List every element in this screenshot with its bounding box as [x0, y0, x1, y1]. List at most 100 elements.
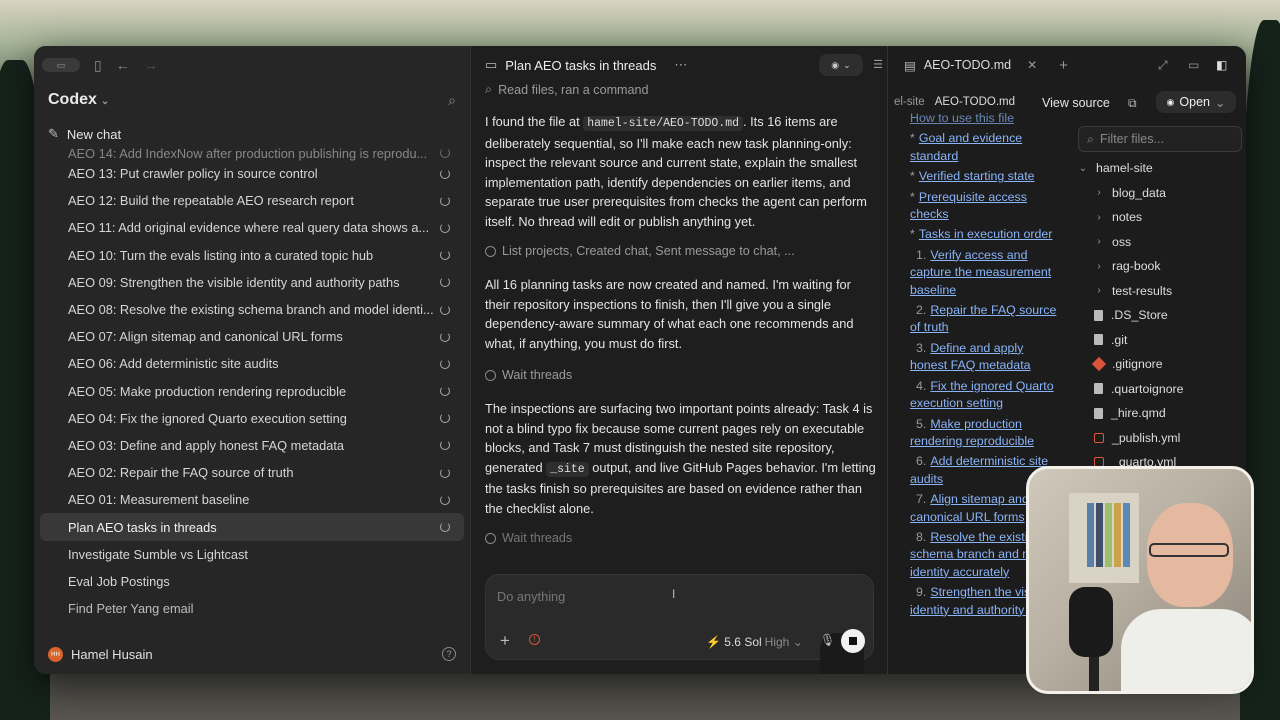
tool-summary-label: Wait threads — [502, 531, 573, 545]
thread-item[interactable]: Find Peter Yang email — [40, 595, 464, 622]
breadcrumb-parent[interactable]: el-site — [894, 96, 925, 108]
file-tree: ⌕ Filter files... ⌄ hamel-site › blog_data … — [1078, 126, 1242, 475]
user-profile[interactable]: HH Hamel Husain — [48, 647, 153, 662]
tree-file[interactable]: _hire.qmd — [1078, 401, 1242, 426]
user-name: Hamel Husain — [71, 647, 153, 662]
toc-link[interactable]: Fix the ignored Quarto execution setting — [910, 379, 1054, 410]
thread-item[interactable]: Investigate Sumble vs Lightcast — [40, 541, 464, 568]
thread-item[interactable]: AEO 01: Measurement baseline — [40, 486, 464, 513]
more-options-icon[interactable]: ⋯ — [674, 57, 687, 73]
tool-summary[interactable]: ⌕ Read files, ran a command — [485, 82, 649, 97]
filter-files-input[interactable]: ⌕ Filter files... — [1078, 126, 1242, 152]
thread-item[interactable]: AEO 03: Define and apply honest FAQ meta… — [40, 432, 464, 459]
thread-item[interactable]: AEO 09: Strengthen the visible identity … — [40, 269, 464, 296]
thread-menu-button[interactable]: ◉ ⌄ — [819, 54, 863, 76]
toc-link[interactable]: Define and apply honest FAQ metadata — [910, 341, 1031, 372]
thread-item[interactable]: AEO 07: Align sitemap and canonical URL … — [40, 323, 464, 350]
file-icon — [1094, 334, 1103, 346]
book — [1087, 503, 1094, 567]
thread-item[interactable]: AEO 04: Fix the ignored Quarto execution… — [40, 405, 464, 432]
tree-folder[interactable]: › blog_data — [1078, 181, 1242, 206]
thread-item[interactable]: AEO 11: Add original evidence where real… — [40, 214, 464, 241]
loading-spinner-icon — [440, 331, 450, 342]
bullet: * — [910, 189, 915, 204]
thread-item-active[interactable]: Plan AEO tasks in threads — [40, 513, 464, 541]
help-icon[interactable]: ? — [442, 647, 456, 661]
forward-arrow-icon[interactable]: → — [144, 58, 158, 72]
thread-label: AEO 09: Strengthen the visible identity … — [68, 274, 400, 290]
thread-label: AEO 02: Repair the FAQ source of truth — [68, 465, 294, 481]
toc-link[interactable]: Goal and evidence standard — [910, 131, 1022, 162]
toc-link[interactable]: Repair the FAQ source of truth — [910, 303, 1056, 334]
new-chat-button[interactable]: ✎ New chat — [48, 126, 121, 142]
thread-item[interactable]: AEO 02: Repair the FAQ source of truth — [40, 459, 464, 486]
tree-file[interactable]: .quartoignore — [1078, 377, 1242, 402]
tree-folder[interactable]: › test-results — [1078, 279, 1242, 304]
tree-folder[interactable]: › oss — [1078, 230, 1242, 255]
thread-label: AEO 04: Fix the ignored Quarto execution… — [68, 410, 347, 426]
add-attachment-icon[interactable]: + — [500, 631, 510, 651]
loading-spinner-icon — [440, 195, 450, 206]
window-icon[interactable]: ▭ — [1188, 58, 1199, 72]
file-icon — [1094, 309, 1103, 321]
thread-item[interactable]: AEO 10: Turn the evals listing into a cu… — [40, 242, 464, 269]
inline-code: hamel-site/AEO-TODO.md — [583, 116, 744, 131]
open-button[interactable]: ◉ Open ⌄ — [1156, 91, 1236, 113]
search-icon[interactable]: ⌕ — [448, 93, 456, 107]
sidebar-toggle-icon[interactable]: ▯ — [94, 58, 102, 72]
composer-input[interactable]: Do anything — [497, 589, 565, 604]
tool-summary[interactable]: Wait threads — [485, 368, 572, 382]
tree-label: .git — [1111, 332, 1128, 347]
app-brand[interactable]: Codex ⌄ — [48, 91, 109, 109]
chat-title: Plan AEO tasks in threads — [505, 57, 657, 73]
model-selector[interactable]: ⚡ 5.6 Sol High ⌄ — [706, 635, 803, 649]
stop-button[interactable] — [841, 629, 865, 653]
tool-summary[interactable]: List projects, Created chat, Sent messag… — [485, 244, 795, 258]
toc-link[interactable]: Prerequisite access checks — [910, 190, 1027, 221]
thread-item[interactable]: AEO 05: Make production rendering reprod… — [40, 378, 464, 405]
toc-link[interactable]: Verify access and capture the measuremen… — [910, 248, 1051, 297]
thread-item[interactable]: AEO 13: Put crawler policy in source con… — [40, 160, 464, 187]
yaml-icon — [1094, 432, 1104, 443]
tree-file[interactable]: .gitignore — [1078, 352, 1242, 377]
tree-file[interactable]: .DS_Store — [1078, 303, 1242, 328]
assistant-message: The inspections are surfacing two import… — [485, 399, 877, 518]
close-tab-icon[interactable]: ✕ — [1027, 58, 1037, 72]
toc-link[interactable]: How to use this file — [910, 111, 1014, 125]
copy-icon[interactable]: ⧉ — [1128, 96, 1137, 111]
chevron-down-icon: ⌄ — [843, 59, 851, 70]
panel-toggle-icon[interactable]: ◧ — [1216, 58, 1227, 72]
toc-link[interactable]: Tasks in execution order — [919, 227, 1053, 241]
alert-icon[interactable]: ! — [529, 634, 540, 645]
file-tab-bar: ▤ AEO-TODO.md ✕ + ⤢ ▭ ◧ — [888, 46, 1246, 84]
tree-folder[interactable]: › notes — [1078, 205, 1242, 230]
tree-folder[interactable]: › rag-book — [1078, 254, 1242, 279]
thread-item[interactable]: Eval Job Postings — [40, 568, 464, 595]
loading-spinner-icon — [440, 413, 450, 424]
expand-icon[interactable]: ⤢ — [1158, 58, 1168, 73]
thread-item[interactable]: AEO 12: Build the repeatable AEO researc… — [40, 187, 464, 214]
view-source-button[interactable]: View source — [1042, 96, 1110, 110]
tree-file[interactable]: .git — [1078, 328, 1242, 353]
thread-item[interactable]: AEO 14: Add IndexNow after production pu… — [40, 146, 464, 161]
tree-file[interactable]: _publish.yml — [1078, 426, 1242, 451]
list-icon[interactable]: ☰ — [873, 58, 883, 71]
tool-summary[interactable]: Wait threads — [485, 531, 572, 545]
toc-link[interactable]: Align sitemap and canonical URL forms — [910, 492, 1029, 523]
text-cursor-icon: I — [672, 587, 676, 601]
back-arrow-icon[interactable]: ← — [116, 58, 130, 72]
book — [1123, 503, 1130, 567]
lightning-icon: ⚡ — [706, 635, 721, 649]
file-tab[interactable]: AEO-TODO.md — [924, 58, 1011, 72]
toc-link[interactable]: Verified starting state — [919, 169, 1035, 183]
open-label: Open — [1179, 95, 1210, 109]
window-pill[interactable]: ▭ — [42, 58, 80, 72]
thread-item[interactable]: AEO 08: Resolve the existing schema bran… — [40, 296, 464, 323]
tree-root[interactable]: ⌄ hamel-site — [1078, 156, 1242, 181]
new-tab-icon[interactable]: + — [1059, 57, 1068, 74]
toc-link[interactable]: Make production rendering reproducible — [910, 417, 1034, 448]
tree-label: .gitignore — [1112, 357, 1163, 372]
bullet: * — [910, 169, 915, 184]
thread-item[interactable]: AEO 06: Add deterministic site audits — [40, 350, 464, 377]
clock-icon — [485, 245, 496, 257]
